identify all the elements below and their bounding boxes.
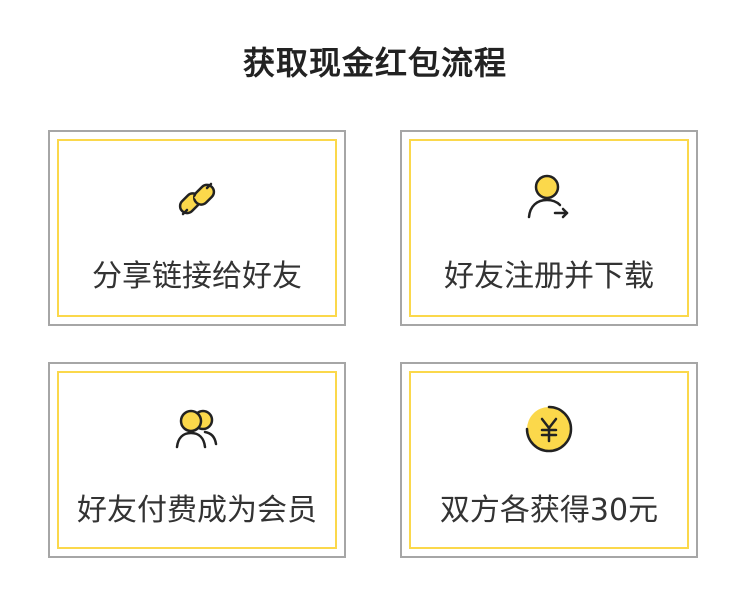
- step-label: 双方各获得30元: [439, 493, 659, 528]
- step-label: 分享链接给好友: [92, 259, 302, 294]
- step-card-reward: 双方各获得30元: [400, 362, 698, 558]
- step-card-inner: 好友注册并下载: [409, 139, 689, 317]
- step-card-membership: 好友付费成为会员: [48, 362, 346, 558]
- user-register-icon: [527, 174, 569, 219]
- step-label: 好友付费成为会员: [77, 493, 317, 528]
- step-label: 好友注册并下载: [444, 259, 654, 294]
- step-card-share-link: 分享链接给好友: [48, 130, 346, 326]
- step-card-inner: 好友付费成为会员: [57, 371, 337, 549]
- page-title: 获取现金红包流程: [242, 44, 507, 82]
- yuan-coin-icon: [525, 405, 573, 453]
- step-card-inner: 双方各获得30元: [409, 371, 689, 549]
- users-icon: [175, 409, 218, 449]
- link-icon: [178, 182, 216, 216]
- step-card-inner: 分享链接给好友: [57, 139, 337, 317]
- step-card-register: 好友注册并下载: [400, 130, 698, 326]
